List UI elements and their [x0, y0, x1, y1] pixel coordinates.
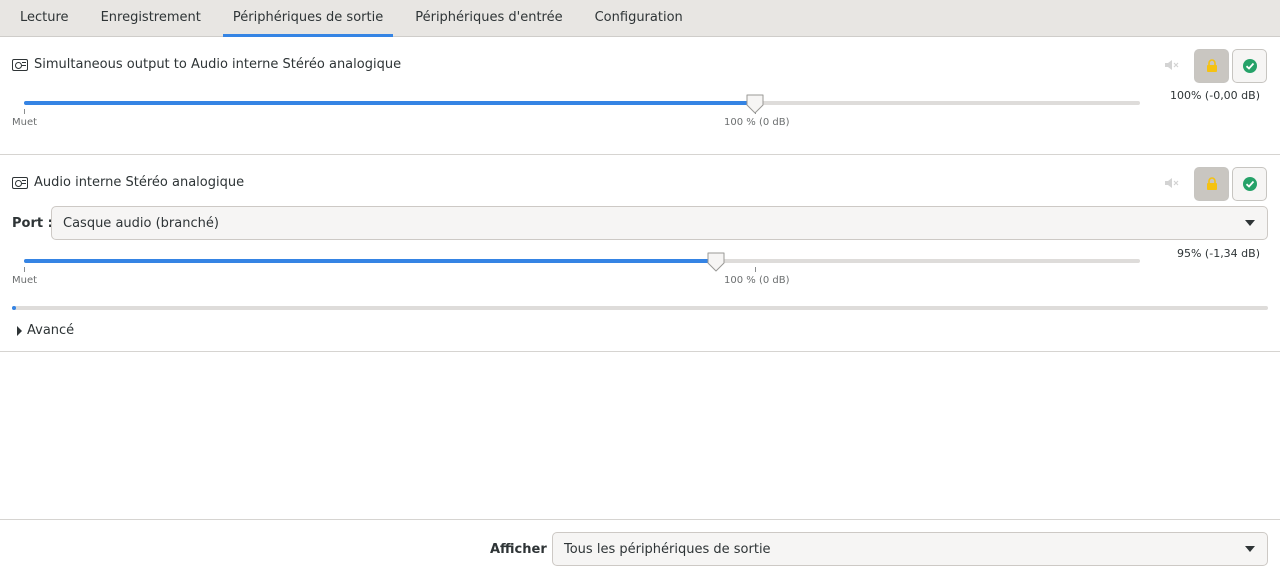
footer-separator — [0, 519, 1280, 520]
peak-level-fill — [12, 306, 16, 310]
chevron-down-icon — [1245, 546, 1255, 552]
lock-channels-button[interactable] — [1194, 167, 1229, 201]
port-label: Port : — [12, 216, 53, 231]
advanced-expander[interactable]: Avancé — [17, 323, 74, 338]
chevron-down-icon — [1245, 220, 1255, 226]
device-2-name: Audio interne Stéréo analogique — [34, 175, 245, 190]
tick-min — [24, 267, 25, 272]
device-separator — [0, 351, 1280, 352]
slider-fill — [24, 259, 716, 263]
sound-card-icon — [12, 58, 28, 71]
tick-label-100: 100 % (0 dB) — [724, 117, 790, 128]
set-default-button[interactable] — [1232, 167, 1267, 201]
show-filter-label: Afficher : — [490, 542, 557, 557]
speaker-mute-icon[interactable] — [1165, 178, 1179, 188]
port-select-value: Casque audio (branché) — [63, 215, 219, 231]
tick-label-mute: Muet — [12, 275, 38, 286]
slider-knob[interactable] — [745, 93, 765, 115]
sound-card-icon — [12, 176, 28, 189]
tab-bar: Lecture Enregistrement Périphériques de … — [0, 0, 1280, 37]
expander-arrow-icon — [17, 325, 22, 336]
advanced-label: Avancé — [27, 323, 75, 338]
tick-label-100: 100 % (0 dB) — [724, 275, 790, 286]
show-filter-select[interactable]: Tous les périphériques de sortie — [552, 532, 1268, 566]
slider-knob[interactable] — [706, 251, 726, 273]
tab-configuration[interactable]: Configuration — [579, 0, 699, 37]
device-separator — [0, 154, 1280, 155]
lock-icon — [1206, 59, 1217, 72]
tick-100 — [755, 267, 756, 272]
show-filter-value: Tous les périphériques de sortie — [564, 541, 771, 557]
slider-fill — [24, 101, 755, 105]
tab-lecture[interactable]: Lecture — [4, 0, 85, 37]
device-1-volume-slider[interactable]: Muet 100 % (0 dB) — [12, 94, 1140, 128]
check-circle-icon — [1242, 59, 1257, 73]
port-select[interactable]: Casque audio (branché) — [51, 206, 1268, 240]
device-1-name: Simultaneous output to Audio interne Sté… — [34, 57, 402, 72]
peak-level-meter — [12, 306, 1268, 310]
tick-label-mute: Muet — [12, 117, 38, 128]
device-2-volume-slider[interactable]: Muet 100 % (0 dB) — [12, 252, 1140, 286]
device-2-header: Audio interne Stéréo analogique — [12, 175, 244, 190]
device-2-level-readout: 95% (-1,34 dB) — [1176, 247, 1260, 260]
set-default-button[interactable] — [1232, 49, 1267, 83]
tick-min — [24, 109, 25, 114]
device-1-header: Simultaneous output to Audio interne Sté… — [12, 57, 401, 72]
tab-input-devices[interactable]: Périphériques d'entrée — [399, 0, 578, 37]
tab-output-devices[interactable]: Périphériques de sortie — [217, 0, 399, 37]
lock-icon — [1206, 177, 1217, 190]
lock-channels-button[interactable] — [1194, 49, 1229, 83]
device-1-level-readout: 100% (-0,00 dB) — [1169, 89, 1260, 102]
speaker-mute-icon[interactable] — [1165, 60, 1179, 70]
check-circle-icon — [1242, 177, 1257, 191]
tab-enregistrement[interactable]: Enregistrement — [85, 0, 217, 37]
